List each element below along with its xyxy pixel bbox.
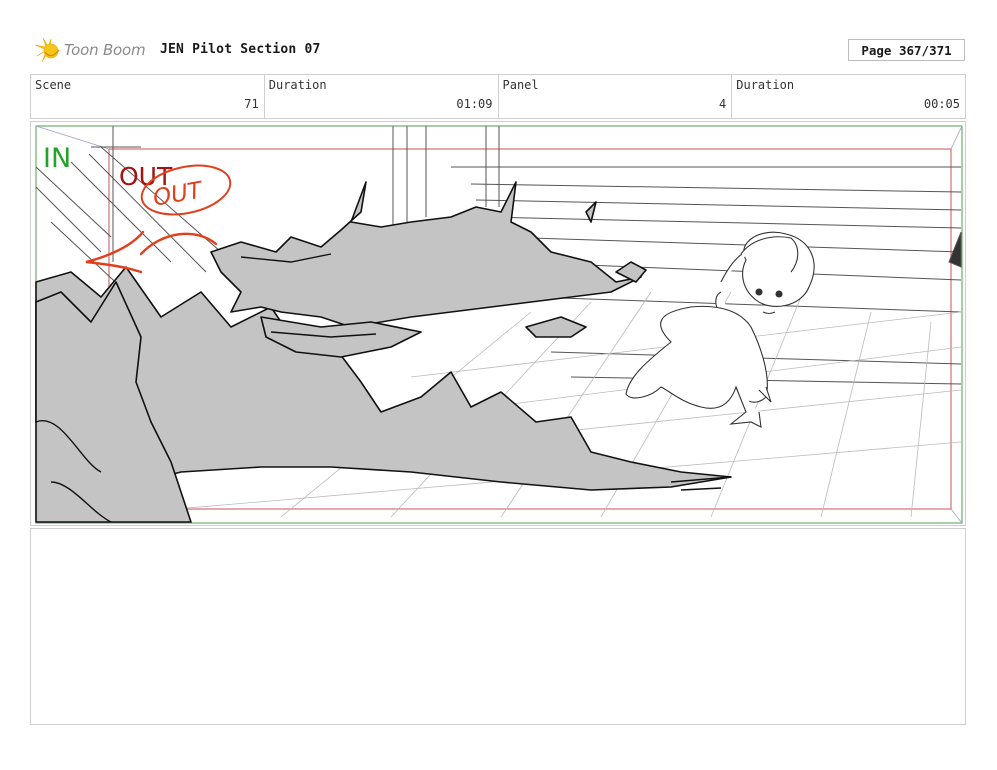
page-indicator: Page 367/371 [848, 39, 965, 61]
panel-sketch: IN OUT OUT [35, 125, 963, 524]
document-title: JEN Pilot Section 07 [160, 42, 321, 57]
camera-move-arrow-icon [85, 230, 218, 274]
scene-duration-cell: Duration 01:09 [265, 75, 499, 118]
panel-number: 4 [719, 97, 727, 111]
toon-boom-logo-icon [34, 37, 60, 63]
storyboard-panel: IN OUT OUT [30, 121, 966, 526]
panel-notes-area [30, 528, 966, 725]
panel-cell: Panel 4 [499, 75, 733, 118]
scene-label: Scene [35, 78, 72, 92]
scene-duration-value: 01:09 [456, 97, 493, 111]
in-marker: IN [43, 143, 71, 174]
brand-name: Toon Boom [64, 41, 146, 59]
panel-duration-cell: Duration 00:05 [732, 75, 965, 118]
panel-label: Panel [502, 78, 539, 92]
scene-number: 71 [244, 97, 259, 111]
panel-duration-value: 00:05 [923, 97, 960, 111]
scene-cell: Scene 71 [31, 75, 265, 118]
scene-info-bar: Scene 71 Duration 01:09 Panel 4 Duration… [30, 74, 966, 119]
scene-duration-label: Duration [268, 78, 327, 92]
panel-duration-label: Duration [736, 78, 795, 92]
toon-boom-brand: Toon Boom [33, 36, 146, 64]
child-character [625, 231, 815, 428]
